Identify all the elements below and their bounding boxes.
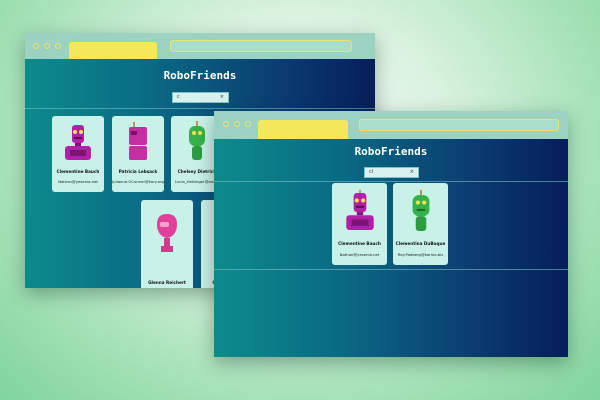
robot-card[interactable]: Clementina DuBuque Rey.Padberg@karina.bi… bbox=[393, 183, 448, 265]
divider bbox=[25, 108, 375, 109]
app-title: RoboFriends bbox=[163, 69, 237, 82]
search-input[interactable]: cl × bbox=[364, 167, 419, 178]
window-control-icon[interactable] bbox=[234, 121, 240, 127]
purple-robot-icon bbox=[65, 125, 91, 160]
magenta-robot-icon bbox=[129, 122, 147, 160]
window-control-icon[interactable] bbox=[33, 43, 39, 49]
browser-tab[interactable] bbox=[69, 42, 157, 59]
search-value: cl bbox=[369, 169, 374, 175]
browser-window-front: RoboFriends cl × Clementine Bauch Nathan… bbox=[214, 111, 568, 357]
robot-card[interactable]: Patricia Lebsack Julianne.OConner@kory.o… bbox=[112, 116, 164, 192]
browser-tab[interactable] bbox=[258, 120, 348, 139]
clear-icon[interactable]: × bbox=[410, 168, 414, 177]
address-bar[interactable] bbox=[359, 119, 559, 131]
robot-name: Clementine Bauch bbox=[56, 169, 100, 174]
green-robot-icon bbox=[412, 189, 429, 232]
robot-email: Rey.Padberg@karina.biz bbox=[397, 252, 444, 257]
window-control-icon[interactable] bbox=[245, 121, 251, 127]
window-control-icon[interactable] bbox=[55, 43, 61, 49]
robot-card[interactable]: Glenna Reichert bbox=[141, 200, 193, 288]
browser-titlebar bbox=[25, 33, 375, 59]
pink-robot-icon bbox=[157, 214, 177, 252]
robot-name: Patricia Lebsack bbox=[118, 169, 158, 174]
divider bbox=[214, 269, 568, 270]
app-title: RoboFriends bbox=[354, 145, 428, 158]
robot-card[interactable]: Clementine Bauch Nathan@yesenia.net bbox=[52, 116, 104, 192]
purple-robot-icon bbox=[345, 189, 374, 230]
robot-email: Nathan@yesenia.net bbox=[339, 252, 380, 257]
window-control-icon[interactable] bbox=[223, 121, 229, 127]
address-bar[interactable] bbox=[170, 40, 352, 52]
robot-card[interactable]: Clementine Bauch Nathan@yesenia.net bbox=[332, 183, 387, 265]
divider bbox=[214, 181, 568, 182]
browser-titlebar bbox=[214, 111, 568, 139]
search-input[interactable]: c × bbox=[172, 92, 229, 103]
robot-email: Julianne.OConner@kory.org bbox=[112, 179, 164, 184]
window-control-icon[interactable] bbox=[44, 43, 50, 49]
robot-name: Clementine Bauch bbox=[338, 241, 381, 246]
app-content: RoboFriends cl × Clementine Bauch Nathan… bbox=[214, 139, 568, 357]
clear-icon[interactable]: × bbox=[220, 93, 224, 102]
robot-email: Nathan@yesenia.net bbox=[58, 179, 98, 184]
green-robot-icon bbox=[189, 121, 205, 160]
robot-name: Clementina DuBuque bbox=[395, 241, 446, 246]
search-value: c bbox=[177, 94, 180, 100]
robot-name: Glenna Reichert bbox=[148, 280, 186, 285]
